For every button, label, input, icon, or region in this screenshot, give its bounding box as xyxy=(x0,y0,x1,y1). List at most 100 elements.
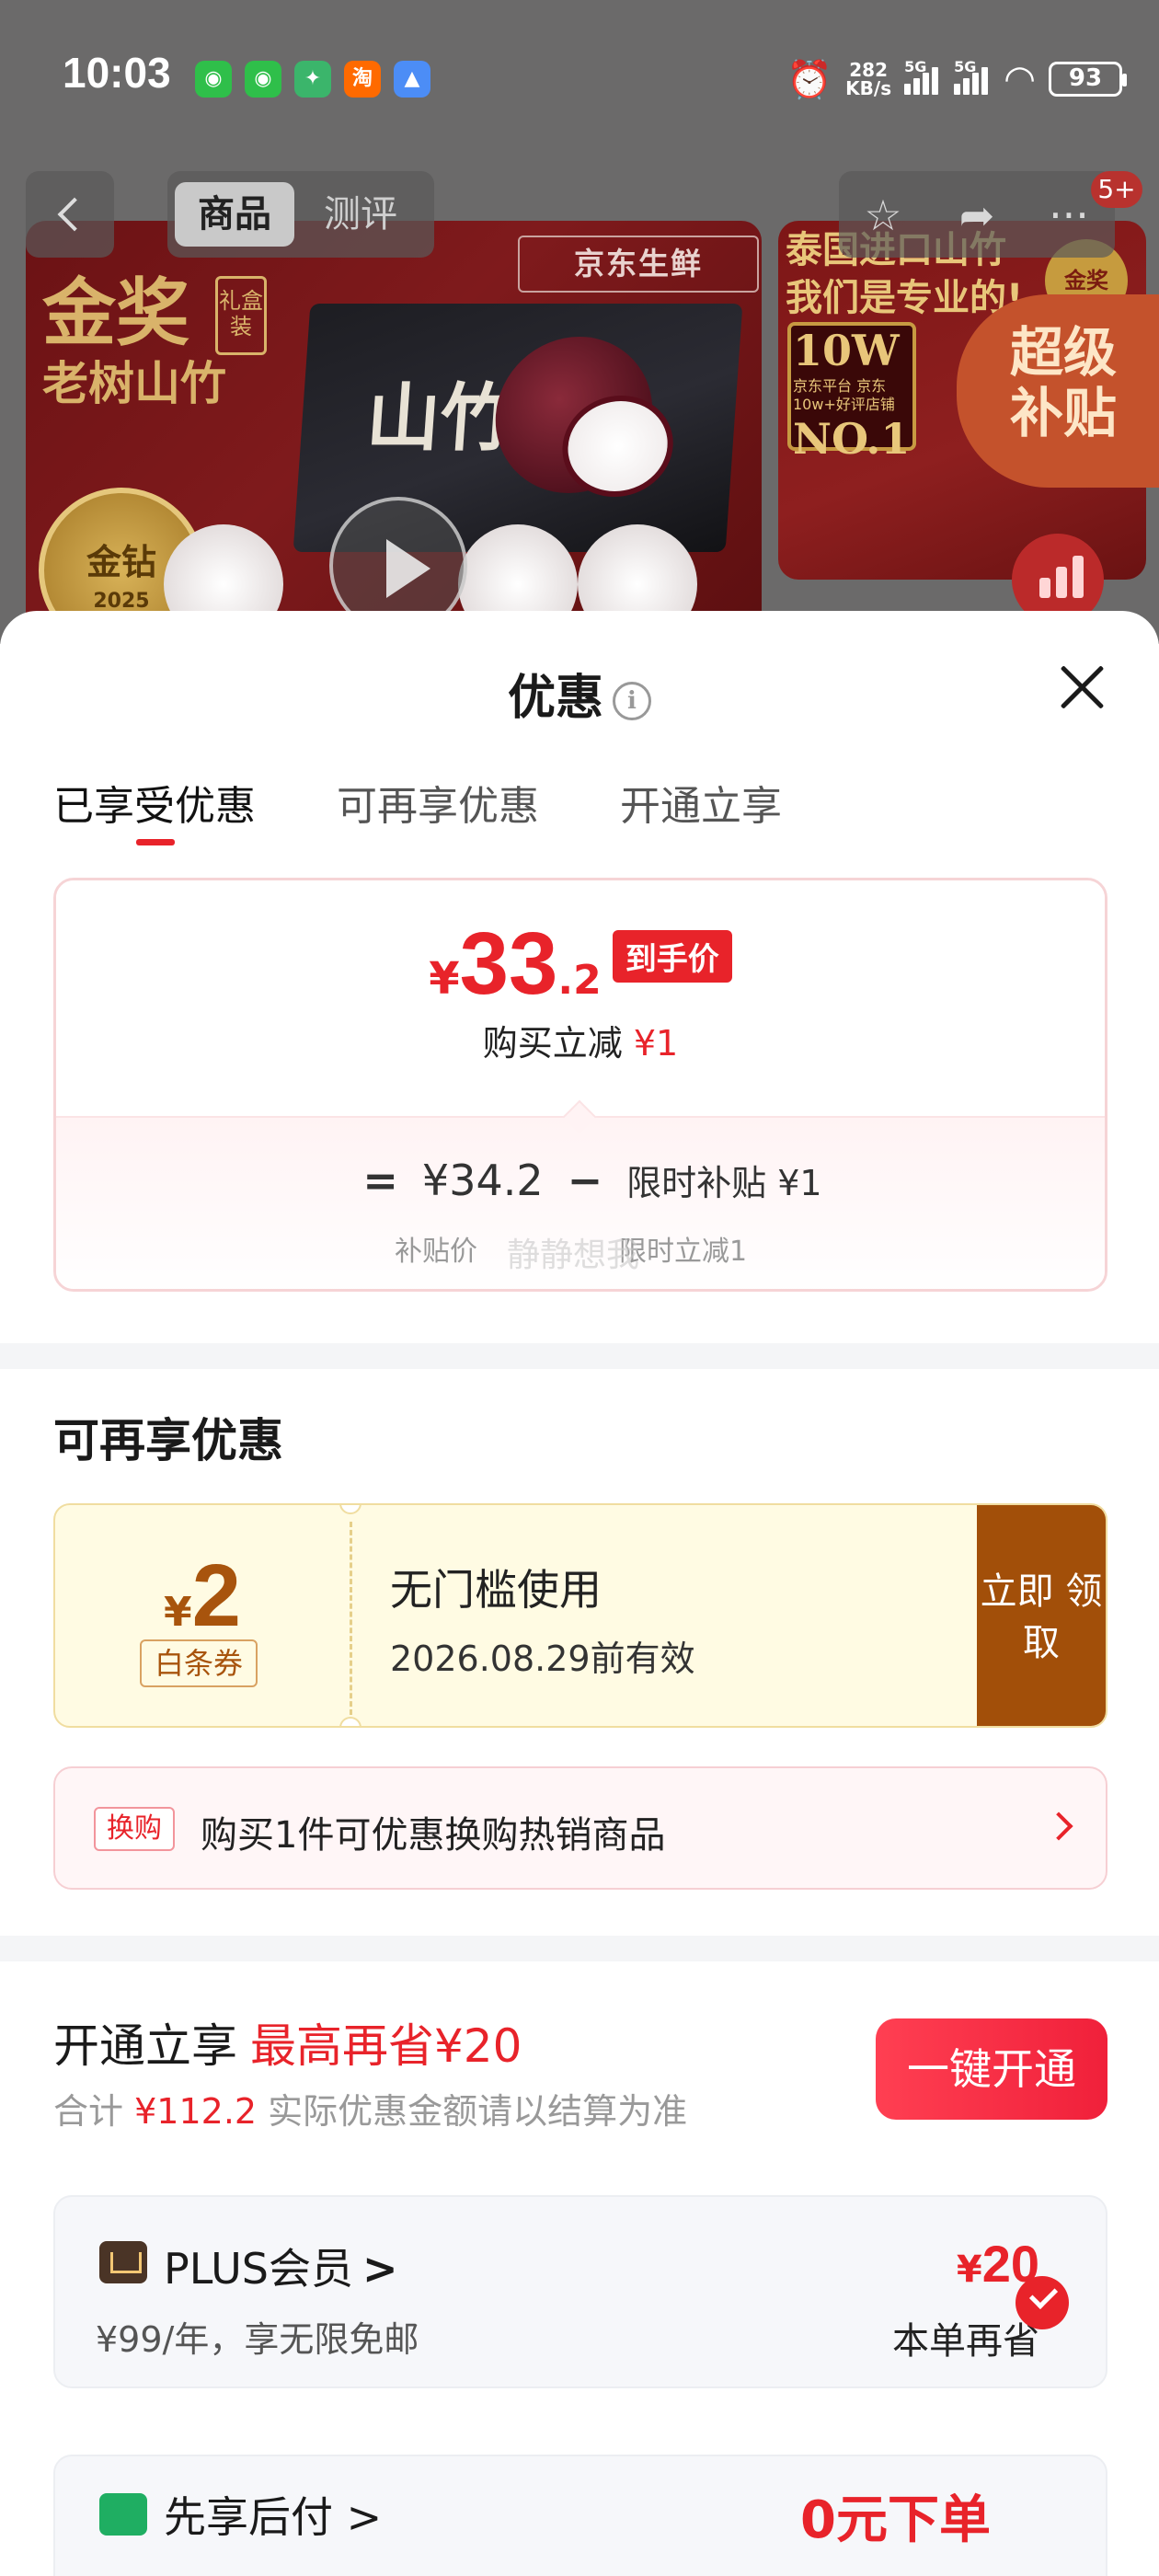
sheet-title-text: 优惠 xyxy=(507,671,603,726)
pay-later-name: 先享后付 > xyxy=(164,2492,383,2542)
limited-subsidy: 限时补贴 ¥1 xyxy=(626,1163,822,1203)
coupon-validity: 2026.08.29前有效 xyxy=(390,1639,695,1679)
subsidy-price: ¥34.2 xyxy=(421,1156,544,1205)
instant-discount: 购买立减 ¥1 xyxy=(56,1015,1105,1065)
network-speed-unit: KB/s xyxy=(845,77,892,99)
coupon-divider xyxy=(350,1522,352,1715)
swap-text: 购买1件可优惠换购热销商品 xyxy=(201,1814,666,1857)
plus-name-text: PLUS会员 xyxy=(164,2244,353,2294)
coupon-notch xyxy=(339,1717,361,1726)
watermark-text: 静静想我 xyxy=(507,1236,640,1274)
message-count-badge: 5+ xyxy=(1091,171,1142,208)
tab-open-benefits[interactable]: 开通立享 xyxy=(620,773,782,837)
pay-later-icon xyxy=(99,2493,147,2536)
coupon-type-tag: 白条券 xyxy=(140,1639,258,1687)
back-button[interactable] xyxy=(26,171,114,258)
banner-title-line1: 金奖 xyxy=(42,270,189,356)
coupon-amount-value: 2 xyxy=(191,1547,241,1645)
tab-product[interactable]: 商品 xyxy=(175,182,294,247)
super-subsidy-badge[interactable]: 超级 补贴 xyxy=(957,294,1159,488)
open-benefits-title: 开通立享 最高再省¥20 xyxy=(53,2009,522,2076)
discount-sheet: 优惠 i 已享受优惠 可再享优惠 开通立享 ¥33.2 到手价 购买立减 ¥1 = ¥… xyxy=(0,611,1159,2576)
signal-icon: 5G xyxy=(904,58,941,95)
sheet-title: 优惠 i xyxy=(0,659,1159,728)
final-price-tag: 到手价 xyxy=(612,930,732,983)
plus-saving-currency: ¥ xyxy=(956,2248,982,2291)
swap-tag: 换购 xyxy=(94,1807,175,1851)
swap-purchase-row[interactable]: 换购 购买1件可优惠换购热销商品 xyxy=(53,1766,1107,1890)
banner-title: 金奖 老树山竹 xyxy=(42,272,226,414)
jd-fresh-logo: 京东生鲜 xyxy=(518,236,759,293)
instant-discount-label: 购买立减 xyxy=(482,1023,623,1064)
price-formula-section: = ¥34.2− 限时补贴 ¥1 补贴价 限时立减1 静静想我 xyxy=(56,1116,1105,1289)
info-icon[interactable]: i xyxy=(613,682,651,720)
pay-later-value: 0元下单 xyxy=(800,2490,991,2550)
chevron-right-icon xyxy=(1044,1811,1073,1841)
max-saving: 最高再省¥20 xyxy=(250,2019,522,2073)
banner-stat-caption: 京东平台 京东10w+好评店铺 xyxy=(793,377,895,413)
section-divider xyxy=(0,1936,1159,1961)
box-label: 山竹 xyxy=(363,374,518,461)
plus-membership-desc: ¥99/年，享无限免邮 xyxy=(96,2319,419,2360)
summary-note: 实际优惠金额请以结算为准 xyxy=(268,2091,688,2132)
top-actions: ☆ ➦ ··· xyxy=(839,171,1115,258)
open-benefits-summary: 合计 ¥112.2 实际优惠金额请以结算为准 xyxy=(53,2083,687,2133)
banner-stat-10w: 10W xyxy=(793,326,900,375)
checkbox-checked-icon[interactable] xyxy=(1016,2276,1069,2329)
giftbox-tag: 礼盒装 xyxy=(215,276,267,355)
clock: 10:03 xyxy=(63,49,171,97)
coupon-amount: ¥2 xyxy=(55,1546,350,1647)
coupon-currency: ¥ xyxy=(163,1589,192,1636)
network-speed: 282 KB/s xyxy=(845,61,891,98)
plus-membership-name[interactable]: PLUS会员 > xyxy=(164,2236,398,2296)
coupon-condition: 无门槛使用 xyxy=(390,1565,602,1615)
share-icon[interactable]: ➦ xyxy=(951,190,1003,241)
pay-later-card[interactable]: 先享后付 > 0元下单 xyxy=(53,2455,1107,2576)
wechat-icon: ◉ xyxy=(245,61,281,98)
price-decimal: .2 xyxy=(557,957,602,1004)
battery-indicator: 93 xyxy=(1049,62,1127,97)
chevron-right-icon: > xyxy=(361,2244,398,2294)
product-tab-switch: 商品 测评 xyxy=(167,171,434,258)
section-divider xyxy=(0,1343,1159,1369)
final-price-card: ¥33.2 到手价 购买立减 ¥1 = ¥34.2− 限时补贴 ¥1 补贴价 限时立减… xyxy=(53,878,1107,1292)
status-indicators: ⏰ 282 KB/s 5G 5G ◠ 93 xyxy=(786,52,1127,107)
claim-coupon-button[interactable]: 立即 领取 xyxy=(977,1505,1106,1726)
signal-icon: 5G xyxy=(954,58,991,95)
final-price-section: ¥33.2 到手价 购买立减 ¥1 xyxy=(56,880,1105,1116)
total-value: ¥112.2 xyxy=(134,2091,258,2132)
game-icon: ✦ xyxy=(294,61,331,98)
price-integer: 33 xyxy=(459,914,558,1013)
alarm-icon: ⏰ xyxy=(786,58,833,101)
tab-more-available[interactable]: 可再享优惠 xyxy=(337,773,539,837)
product-banner-main: 京东生鲜 金奖 老树山竹 礼盒装 金钻 2025 山竹 xyxy=(26,221,762,644)
plus-saving-caption: 本单再省 xyxy=(892,2320,1039,2363)
star-icon[interactable]: ☆ xyxy=(857,190,909,241)
crown-icon xyxy=(99,2241,147,2283)
open-benefits-label: 开通立享 xyxy=(53,2019,237,2073)
taobao-icon: 淘 xyxy=(344,61,381,98)
more-icon[interactable]: ··· xyxy=(1043,190,1095,241)
status-bar: 10:03 ◉ ◉ ✦ 淘 ▲ ⏰ 282 KB/s 5G 5G ◠ 93 xyxy=(0,0,1159,156)
coupon-card: ¥2 白条券 无门槛使用 2026.08.29前有效 立即 领取 xyxy=(53,1503,1107,1728)
close-icon[interactable] xyxy=(1058,662,1107,712)
coupon-value-area: ¥2 白条券 xyxy=(55,1505,350,1726)
tab-review[interactable]: 测评 xyxy=(305,182,416,247)
banner-stat-no1: NO.1 xyxy=(793,414,911,464)
discount-tabs: 已享受优惠 可再享优惠 开通立享 xyxy=(53,773,782,845)
app-icon: ▲ xyxy=(394,61,430,98)
price-formula: = ¥34.2− 限时补贴 ¥1 xyxy=(56,1155,1105,1205)
equals-sign: = xyxy=(362,1156,398,1205)
wifi-icon: ◠ xyxy=(1004,58,1036,100)
wechat-icon: ◉ xyxy=(195,61,232,98)
banner-title-line2: 老树山竹 xyxy=(42,356,226,410)
plus-saving: ¥20 xyxy=(901,2234,1039,2294)
network-speed-value: 282 xyxy=(849,59,888,81)
one-click-open-button[interactable]: 一键开通 xyxy=(876,2018,1107,2120)
total-label: 合计 xyxy=(53,2091,124,2132)
currency-symbol: ¥ xyxy=(429,953,460,1005)
product-page-background: 京东生鲜 金奖 老树山竹 礼盒装 金钻 2025 山竹 泰国进口山竹 我们是专业… xyxy=(0,0,1159,644)
tab-enjoyed[interactable]: 已享受优惠 xyxy=(53,773,256,845)
minus-sign: − xyxy=(567,1156,603,1205)
plus-membership-card[interactable]: PLUS会员 > ¥99/年，享无限免邮 ¥20 本单再省 xyxy=(53,2195,1107,2388)
